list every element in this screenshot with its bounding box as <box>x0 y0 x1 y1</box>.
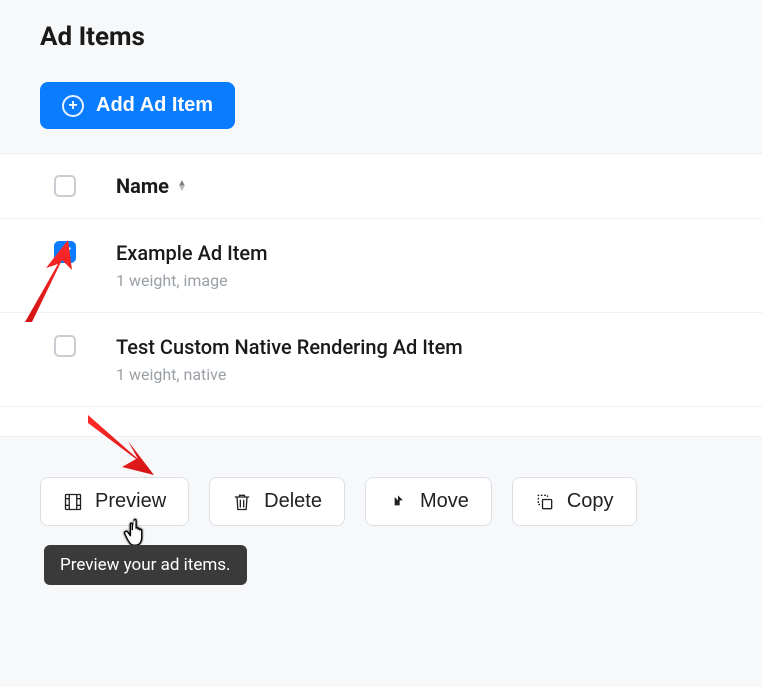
row-checkbox[interactable] <box>54 241 76 263</box>
column-header-name-label: Name <box>116 174 169 198</box>
copy-button[interactable]: Copy <box>512 477 637 526</box>
move-icon <box>388 492 408 512</box>
delete-label: Delete <box>264 490 322 513</box>
copy-label: Copy <box>567 490 614 513</box>
move-label: Move <box>420 490 469 513</box>
preview-label: Preview <box>95 490 166 513</box>
add-ad-item-button[interactable]: + Add Ad Item <box>40 82 235 129</box>
row-checkbox[interactable] <box>54 335 76 357</box>
item-name[interactable]: Example Ad Item <box>116 241 268 265</box>
copy-icon <box>535 492 555 512</box>
table-footer <box>0 407 762 437</box>
page-title: Ad Items <box>40 22 722 52</box>
preview-tooltip: Preview your ad items. <box>44 545 247 585</box>
tooltip-text: Preview your ad items. <box>60 555 231 575</box>
column-header-name[interactable]: Name ▲▼ <box>116 174 187 198</box>
page-root: Ad Items + Add Ad Item Name ▲▼ Example A… <box>0 0 762 546</box>
row-content: Test Custom Native Rendering Ad Item 1 w… <box>116 335 463 384</box>
item-name[interactable]: Test Custom Native Rendering Ad Item <box>116 335 463 359</box>
bulk-actions-bar: Preview Delete Move Copy <box>0 437 762 546</box>
plus-circle-icon: + <box>62 95 84 117</box>
delete-button[interactable]: Delete <box>209 477 345 526</box>
trash-icon <box>232 492 252 512</box>
move-button[interactable]: Move <box>365 477 492 526</box>
header: Ad Items + Add Ad Item <box>0 22 762 153</box>
sort-icon: ▲▼ <box>177 181 187 191</box>
item-meta: 1 weight, image <box>116 271 268 290</box>
preview-button[interactable]: Preview <box>40 477 189 526</box>
add-button-label: Add Ad Item <box>96 94 213 117</box>
item-meta: 1 weight, native <box>116 365 463 384</box>
select-all-checkbox[interactable] <box>54 175 76 197</box>
ad-items-table: Name ▲▼ Example Ad Item 1 weight, image … <box>0 153 762 437</box>
row-content: Example Ad Item 1 weight, image <box>116 241 268 290</box>
table-row: Test Custom Native Rendering Ad Item 1 w… <box>0 313 762 407</box>
table-row: Example Ad Item 1 weight, image <box>0 219 762 313</box>
table-header-row: Name ▲▼ <box>0 154 762 219</box>
film-icon <box>63 492 83 512</box>
